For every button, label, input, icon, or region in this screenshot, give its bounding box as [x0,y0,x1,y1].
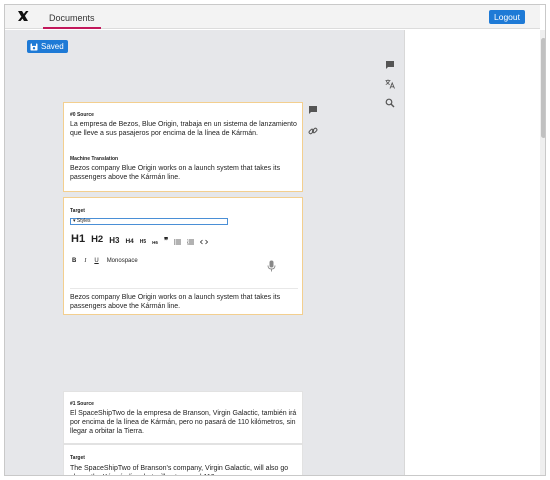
microphone-icon[interactable] [267,260,276,272]
styles-dropdown[interactable]: ▾ Styles [70,218,228,225]
tab-documents[interactable]: Documents [43,11,101,29]
source-label: #0 Source [70,112,94,118]
comment-icon[interactable] [385,60,395,70]
h2-button[interactable]: H2 [91,234,103,245]
right-panel [404,30,540,475]
app-window: Documents Logout Saved #0 Source La empr… [4,4,546,476]
target-editor[interactable]: The SpaceShipTwo of Branson's company, V… [70,464,300,475]
blockquote-icon[interactable]: ❞ [164,237,168,245]
editor-divider [70,288,298,289]
code-icon[interactable] [200,239,209,245]
numbered-list-icon[interactable] [187,239,195,245]
source-text: El SpaceShipTwo de la empresa de Branson… [70,410,297,435]
segment-comment-icon[interactable] [308,105,318,115]
format-toolbar: B I U Monospace [72,258,138,264]
scrollbar[interactable] [540,30,545,475]
editor-area: Saved #0 Source La empresa de Bezos, Blu… [5,30,404,475]
source-card: #0 Source La empresa de Bezos, Blue Orig… [63,102,303,192]
monospace-button[interactable]: Monospace [107,258,138,264]
translate-icon[interactable] [385,79,395,89]
top-bar: Documents Logout [5,5,540,29]
save-icon [30,43,38,50]
scrollbar-thumb[interactable] [541,38,545,138]
h1-button[interactable]: H1 [71,233,85,245]
h5-button[interactable]: H5 [140,239,146,245]
app-logo-icon[interactable] [16,9,30,23]
mt-text: Bezos company Blue Origin works on a lau… [70,165,281,181]
saved-button[interactable]: Saved [27,40,68,53]
search-icon[interactable] [385,98,395,108]
saved-label: Saved [41,42,64,51]
logout-button[interactable]: Logout [489,10,525,24]
h3-button[interactable]: H3 [109,236,119,245]
target-editor[interactable]: Bezos company Blue Origin works on a lau… [70,293,300,311]
link-icon[interactable] [308,126,318,136]
h6-button[interactable]: H6 [152,240,158,245]
mt-label: Machine Translation [70,156,119,162]
source-text: La empresa de Bezos, Blue Origin, trabaj… [70,121,297,137]
target-label: Target [70,208,85,214]
underline-button[interactable]: U [94,258,98,264]
h4-button[interactable]: H4 [125,238,133,245]
bold-button[interactable]: B [72,258,76,264]
italic-button[interactable]: I [84,258,86,264]
bulleted-list-icon[interactable] [174,239,182,245]
target-card: Target ▾ Styles H1 H2 H3 H4 H5 H6 ❞ B I … [63,197,303,315]
source-label: #1 Source [70,401,94,407]
source-card: #1 Source El SpaceShipTwo de la empresa … [63,391,303,444]
heading-toolbar: H1 H2 H3 H4 H5 H6 ❞ [71,233,209,245]
target-label: Target [70,455,85,461]
target-card: Target The SpaceShipTwo of Branson's com… [63,444,303,475]
